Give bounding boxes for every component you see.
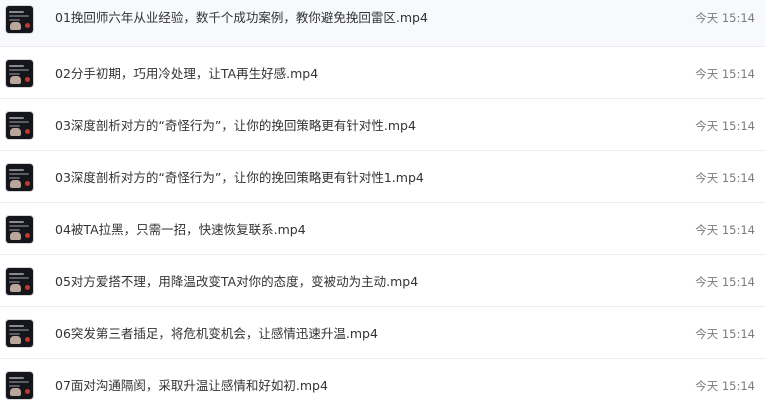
video-thumbnail-icon	[6, 268, 33, 295]
file-name: 03深度剖析对方的“奇怪行为”，让你的挽回策略更有针对性1.mp4	[55, 170, 424, 185]
video-thumbnail-icon	[6, 112, 33, 139]
file-name: 07面对沟通隔阂，采取升温让感情和好如初.mp4	[55, 378, 328, 393]
video-thumbnail-icon	[6, 320, 33, 347]
video-thumbnail-icon	[6, 164, 33, 191]
video-thumbnail-icon	[6, 6, 33, 33]
file-list: 01挽回师六年从业经验，数千个成功案例，教你避免挽回雷区.mp4 今天 15:1…	[0, 0, 765, 404]
file-time: 今天 15:14	[695, 379, 755, 393]
video-thumbnail-icon	[6, 372, 33, 399]
file-time: 今天 15:14	[695, 11, 755, 25]
file-time: 今天 15:14	[695, 275, 755, 289]
file-time: 今天 15:14	[695, 171, 755, 185]
file-time: 今天 15:14	[695, 119, 755, 133]
file-row[interactable]: 03深度剖析对方的“奇怪行为”，让你的挽回策略更有针对性.mp4 今天 15:1…	[0, 99, 765, 151]
file-row[interactable]: 01挽回师六年从业经验，数千个成功案例，教你避免挽回雷区.mp4 今天 15:1…	[0, 0, 765, 47]
file-row[interactable]: 07面对沟通隔阂，采取升温让感情和好如初.mp4 今天 15:14	[0, 359, 765, 404]
file-time: 今天 15:14	[695, 327, 755, 341]
file-time: 今天 15:14	[695, 67, 755, 81]
file-name: 05对方爱搭不理，用降温改变TA对你的态度，变被动为主动.mp4	[55, 274, 419, 289]
file-name: 04被TA拉黑，只需一招，快速恢复联系.mp4	[55, 222, 306, 237]
file-row[interactable]: 03深度剖析对方的“奇怪行为”，让你的挽回策略更有针对性1.mp4 今天 15:…	[0, 151, 765, 203]
file-name: 03深度剖析对方的“奇怪行为”，让你的挽回策略更有针对性.mp4	[55, 118, 416, 133]
file-row[interactable]: 02分手初期，巧用冷处理，让TA再生好感.mp4 今天 15:14	[0, 47, 765, 99]
file-row[interactable]: 04被TA拉黑，只需一招，快速恢复联系.mp4 今天 15:14	[0, 203, 765, 255]
video-thumbnail-icon	[6, 60, 33, 87]
file-name: 01挽回师六年从业经验，数千个成功案例，教你避免挽回雷区.mp4	[55, 10, 428, 25]
file-time: 今天 15:14	[695, 223, 755, 237]
file-row[interactable]: 05对方爱搭不理，用降温改变TA对你的态度，变被动为主动.mp4 今天 15:1…	[0, 255, 765, 307]
file-name: 06突发第三者插足，将危机变机会，让感情迅速升温.mp4	[55, 326, 378, 341]
video-thumbnail-icon	[6, 216, 33, 243]
file-name: 02分手初期，巧用冷处理，让TA再生好感.mp4	[55, 66, 319, 81]
file-row[interactable]: 06突发第三者插足，将危机变机会，让感情迅速升温.mp4 今天 15:14	[0, 307, 765, 359]
